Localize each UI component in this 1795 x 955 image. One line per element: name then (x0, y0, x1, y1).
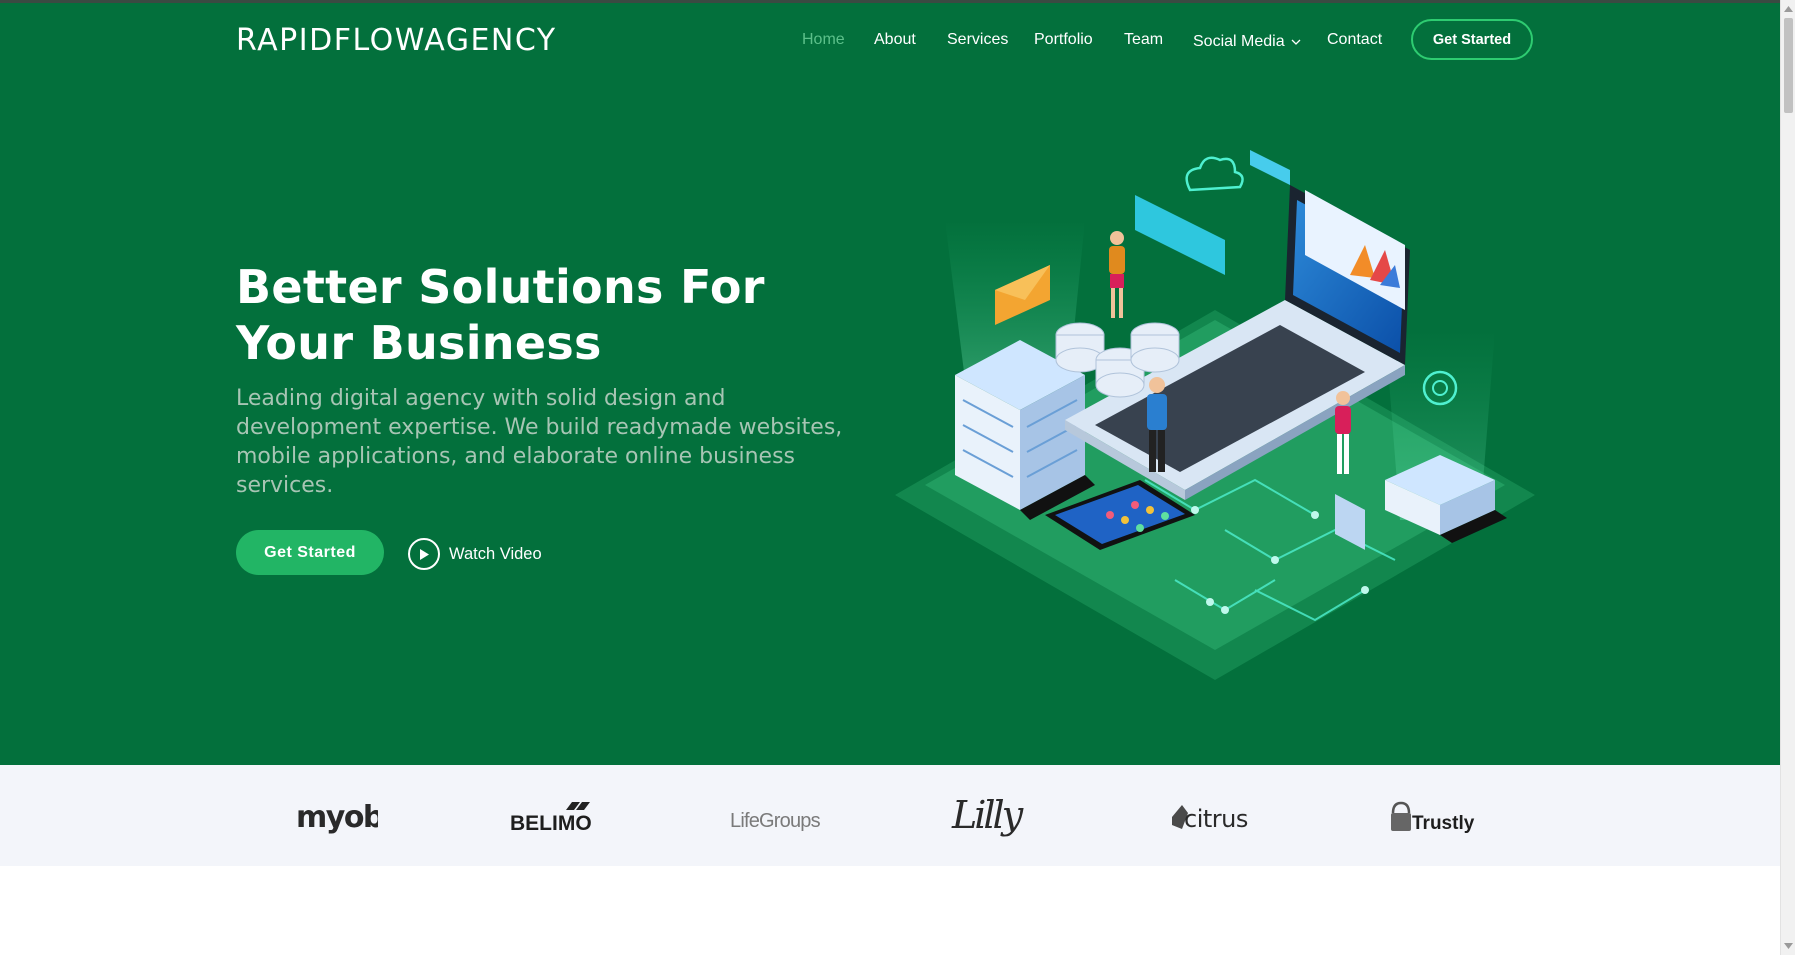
chevron-down-icon (1291, 39, 1301, 45)
nav-services[interactable]: Services (947, 31, 1008, 49)
nav-contact[interactable]: Contact (1327, 31, 1382, 49)
nav-home[interactable]: Home (802, 31, 845, 49)
header-get-started-button[interactable]: Get Started (1411, 19, 1533, 60)
clients-section: myob BELIMO LifeGroups Lilly citrus Trus… (0, 765, 1780, 866)
watch-video-label: Watch Video (449, 544, 542, 563)
play-icon (408, 538, 440, 570)
vertical-scrollbar[interactable] (1780, 0, 1795, 955)
svg-text:BELIMO: BELIMO (510, 812, 592, 835)
scroll-up-arrow-icon[interactable] (1781, 2, 1795, 16)
svg-text:Lilly: Lilly (951, 793, 1024, 837)
nav-social-media-label[interactable]: Social Media (1193, 33, 1285, 50)
svg-text:myob: myob (296, 800, 378, 835)
nav-portfolio[interactable]: Portfolio (1034, 31, 1093, 49)
hero-illustration (895, 150, 1535, 680)
site-header: RAPIDFLOWAGENCY Home About Services Port… (0, 3, 1780, 75)
client-logo-citrus: citrus (1170, 795, 1260, 839)
client-logo-trustly: Trustly (1390, 795, 1482, 839)
client-logo-belimo: BELIMO (510, 795, 600, 839)
nav-about[interactable]: About (874, 31, 916, 49)
client-logo-myob: myob (296, 795, 378, 839)
scroll-thumb[interactable] (1784, 18, 1793, 113)
nav-social-media[interactable]: Social Media (1193, 31, 1301, 51)
hero-title: Better Solutions For Your Business (236, 260, 765, 370)
nav-team[interactable]: Team (1124, 31, 1163, 49)
svg-text:citrus: citrus (1184, 805, 1248, 833)
svg-text:LifeGroups: LifeGroups (730, 810, 821, 832)
hero-get-started-button[interactable]: Get Started (236, 530, 384, 575)
watch-video-link[interactable]: Watch Video (408, 537, 542, 571)
svg-text:Trustly: Trustly (1412, 813, 1475, 834)
site-logo[interactable]: RAPIDFLOWAGENCY (236, 23, 557, 58)
client-logo-lifegroups: LifeGroups (730, 795, 822, 839)
client-logo-lilly: Lilly (950, 793, 1040, 839)
hero-subtitle: Leading digital agency with solid design… (236, 386, 843, 498)
scroll-down-arrow-icon[interactable] (1781, 939, 1795, 953)
